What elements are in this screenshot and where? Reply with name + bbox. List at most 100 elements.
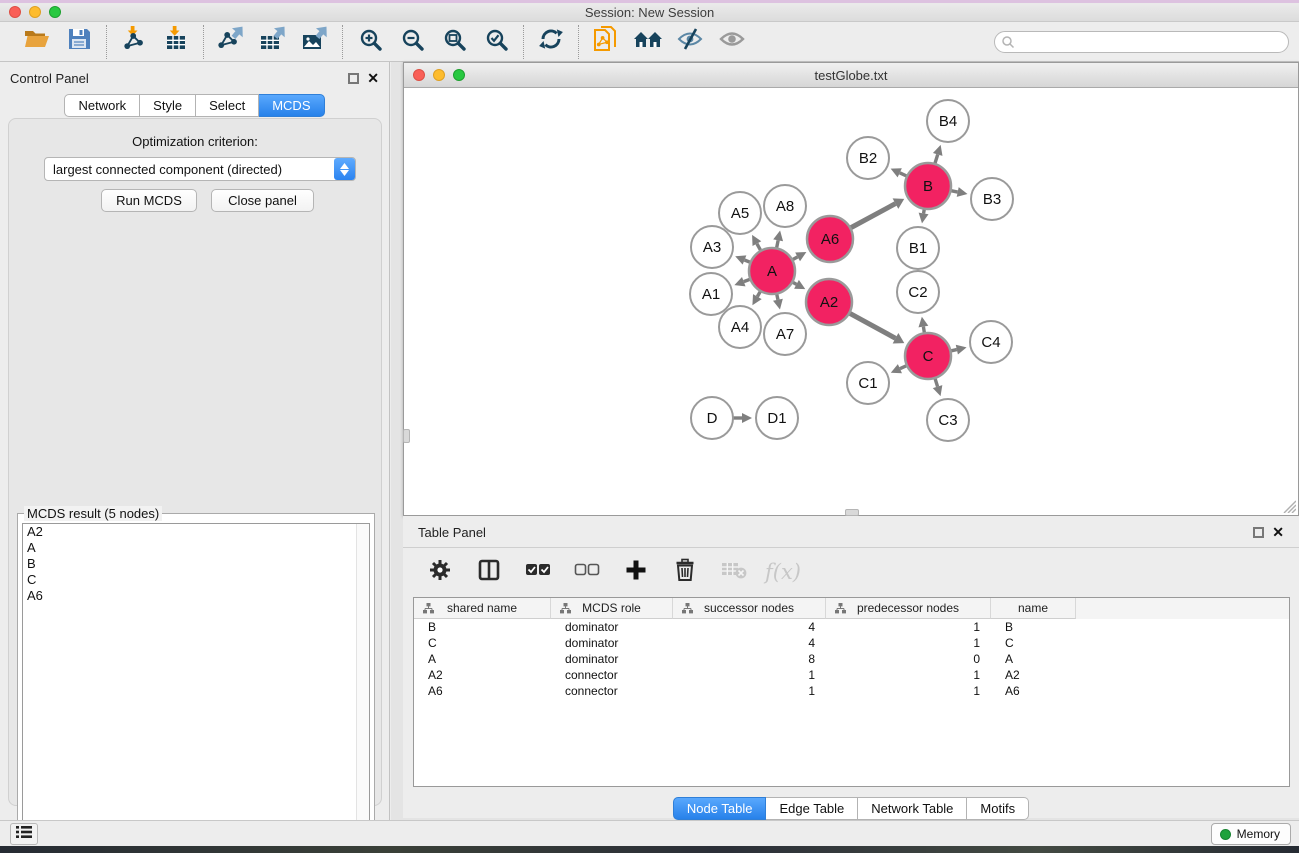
graph-node-A2[interactable]: A2 — [806, 279, 852, 325]
mcds-result-item[interactable]: A — [23, 540, 369, 556]
tab-select[interactable]: Select — [196, 94, 259, 117]
zoom-selected-button[interactable] — [480, 26, 512, 58]
table-cell[interactable]: B — [991, 620, 1076, 634]
network-window-titlebar[interactable]: testGlobe.txt — [404, 63, 1298, 88]
import-table-button[interactable] — [160, 26, 192, 58]
table-tab-network-table[interactable]: Network Table — [858, 797, 967, 820]
table-cell[interactable]: A — [414, 652, 551, 666]
delete-column-button[interactable] — [670, 557, 700, 587]
save-session-button[interactable] — [63, 26, 95, 58]
graph-node-B[interactable]: B — [905, 163, 951, 209]
mcds-result-item[interactable]: A6 — [23, 588, 369, 604]
show-details-button[interactable] — [716, 26, 748, 58]
table-tab-edge-table[interactable]: Edge Table — [766, 797, 858, 820]
table-cell[interactable]: 8 — [673, 652, 826, 666]
graph-node-B4[interactable]: B4 — [927, 100, 969, 142]
table-cell[interactable]: 0 — [826, 652, 991, 666]
resize-grip-icon[interactable] — [1282, 499, 1296, 513]
tab-network[interactable]: Network — [64, 94, 140, 117]
graph-node-B2[interactable]: B2 — [847, 137, 889, 179]
apply-layout-button[interactable] — [535, 26, 567, 58]
tab-style[interactable]: Style — [140, 94, 196, 117]
mcds-result-item[interactable]: B — [23, 556, 369, 572]
graph-node-A1[interactable]: A1 — [690, 273, 732, 315]
graph-node-C1[interactable]: C1 — [847, 362, 889, 404]
import-network-button[interactable] — [118, 26, 150, 58]
add-column-button[interactable] — [621, 557, 651, 587]
column-header-shared-name[interactable]: shared name — [414, 598, 551, 619]
float-table-panel-icon[interactable] — [1253, 527, 1264, 538]
edge-A6-B[interactable] — [848, 204, 895, 229]
table-cell[interactable]: 1 — [826, 668, 991, 682]
graph-node-A[interactable]: A — [749, 248, 795, 294]
table-cell[interactable]: 1 — [673, 684, 826, 698]
mcds-result-item[interactable]: C — [23, 572, 369, 588]
criterion-dropdown[interactable]: largest connected component (directed) — [44, 157, 356, 181]
close-panel-icon[interactable]: ✕ — [367, 73, 379, 84]
graph-node-B1[interactable]: B1 — [897, 227, 939, 269]
export-network-button[interactable] — [215, 26, 247, 58]
column-header-name[interactable]: name — [991, 598, 1076, 619]
divider-grip[interactable] — [845, 509, 859, 516]
hide-details-button[interactable] — [674, 26, 706, 58]
zoom-in-button[interactable] — [354, 26, 386, 58]
table-cell[interactable]: 4 — [673, 636, 826, 650]
mcds-result-item[interactable]: A2 — [23, 524, 369, 540]
graph-node-D1[interactable]: D1 — [756, 397, 798, 439]
column-header-successor-nodes[interactable]: successor nodes — [673, 598, 826, 619]
table-cell[interactable]: A — [991, 652, 1076, 666]
show-columns-button[interactable] — [474, 557, 504, 587]
open-file-button[interactable] — [21, 26, 53, 58]
tab-mcds[interactable]: MCDS — [259, 94, 324, 117]
export-image-button[interactable] — [299, 26, 331, 58]
graph-node-A3[interactable]: A3 — [691, 226, 733, 268]
table-row[interactable]: Cdominator41C — [414, 635, 1289, 651]
edge-A2-C[interactable] — [847, 312, 895, 338]
home-button[interactable] — [632, 26, 664, 58]
close-table-panel-icon[interactable]: ✕ — [1272, 527, 1284, 538]
table-cell[interactable]: connector — [551, 668, 673, 682]
graph-node-A8[interactable]: A8 — [764, 185, 806, 227]
network-graph[interactable]: B4B2BB3A5A8A6B1A3AC2A1A2A4A7C4CC1C3DD1 — [404, 89, 1298, 515]
table-cell[interactable]: A6 — [991, 684, 1076, 698]
column-header-MCDS-role[interactable]: MCDS role — [551, 598, 673, 619]
graph-node-C3[interactable]: C3 — [927, 399, 969, 441]
column-header-predecessor-nodes[interactable]: predecessor nodes — [826, 598, 991, 619]
table-row[interactable]: Bdominator41B — [414, 619, 1289, 635]
memory-button[interactable]: Memory — [1211, 823, 1291, 845]
table-cell[interactable]: A2 — [414, 668, 551, 682]
table-cell[interactable]: 1 — [673, 668, 826, 682]
table-cell[interactable]: 1 — [826, 620, 991, 634]
table-cell[interactable]: A2 — [991, 668, 1076, 682]
table-settings-button[interactable] — [425, 557, 455, 587]
table-cell[interactable]: C — [414, 636, 551, 650]
graph-node-C[interactable]: C — [905, 333, 951, 379]
graph-node-B3[interactable]: B3 — [971, 178, 1013, 220]
table-cell[interactable]: 1 — [826, 636, 991, 650]
zoom-out-button[interactable] — [396, 26, 428, 58]
table-row[interactable]: Adominator80A — [414, 651, 1289, 667]
table-tab-motifs[interactable]: Motifs — [967, 797, 1029, 820]
task-history-button[interactable] — [10, 823, 38, 845]
mcds-result-list[interactable]: A2ABCA6 — [22, 523, 370, 846]
run-mcds-button[interactable]: Run MCDS — [101, 189, 197, 212]
table-cell[interactable]: A6 — [414, 684, 551, 698]
node-table[interactable]: shared nameMCDS rolesuccessor nodesprede… — [413, 597, 1290, 787]
network-file-button[interactable] — [590, 26, 622, 58]
table-cell[interactable]: 1 — [826, 684, 991, 698]
table-cell[interactable]: connector — [551, 684, 673, 698]
graph-node-A6[interactable]: A6 — [807, 216, 853, 262]
table-row[interactable]: A6connector11A6 — [414, 683, 1289, 699]
close-panel-button[interactable]: Close panel — [211, 189, 314, 212]
table-row[interactable]: A2connector11A2 — [414, 667, 1289, 683]
table-cell[interactable]: 4 — [673, 620, 826, 634]
graph-node-C4[interactable]: C4 — [970, 321, 1012, 363]
deselect-all-checkboxes-button[interactable] — [572, 557, 602, 587]
network-canvas[interactable]: B4B2BB3A5A8A6B1A3AC2A1A2A4A7C4CC1C3DD1 — [404, 89, 1298, 515]
graph-node-C2[interactable]: C2 — [897, 271, 939, 313]
table-tab-node-table[interactable]: Node Table — [673, 797, 767, 820]
graph-node-D[interactable]: D — [691, 397, 733, 439]
divider-grip[interactable] — [403, 429, 410, 443]
table-cell[interactable]: C — [991, 636, 1076, 650]
result-list-scrollbar[interactable] — [356, 524, 369, 845]
